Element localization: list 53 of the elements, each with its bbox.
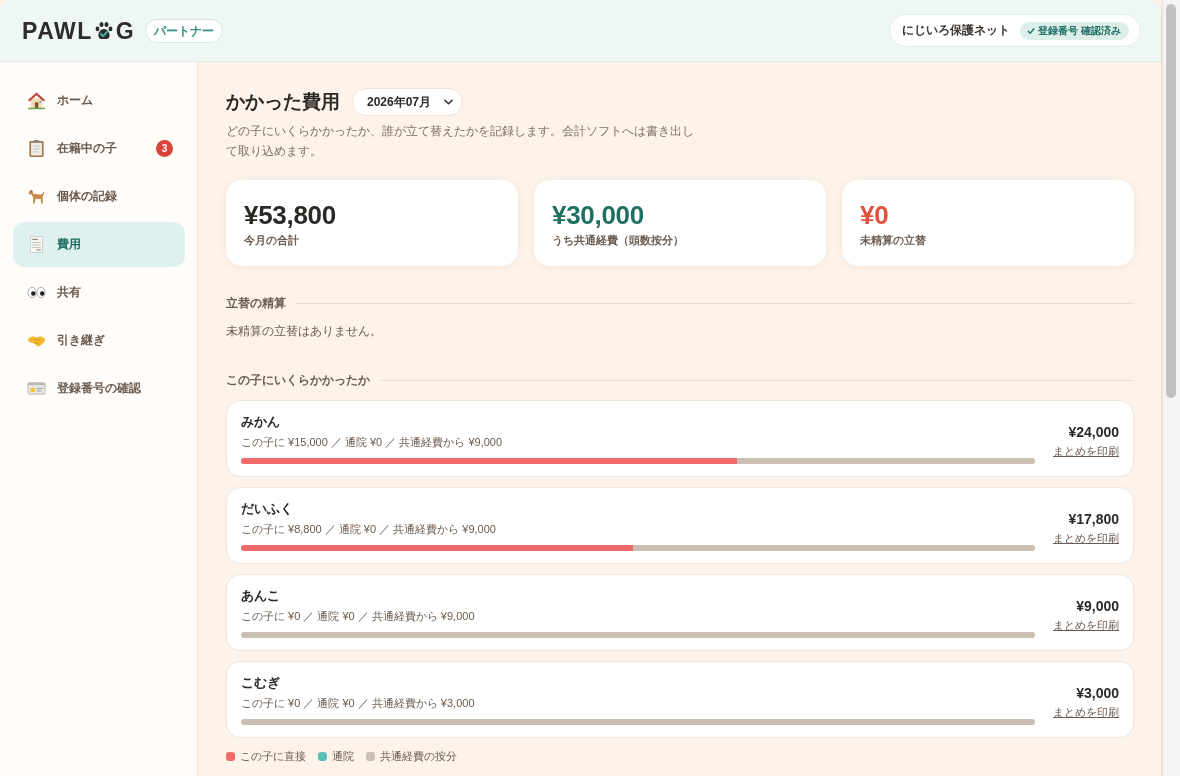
print-summary-link[interactable]: まとめを印刷 [1053, 618, 1119, 632]
section-heading: 立替の精算 [226, 296, 286, 311]
page-description: どの子にいくらかかったか、誰が立て替えたかを記録します。会計ソフトへは書き出して取り込めます。 [226, 123, 695, 160]
sidebar-item[interactable]: ホーム [13, 78, 185, 123]
sidebar-item[interactable]: 在籍中の子 3 [13, 126, 185, 171]
logo-text: PAWL [22, 17, 93, 44]
count-badge: 3 [156, 140, 173, 157]
logo-text: G [115, 17, 136, 44]
stat-label: 未精算の立替 [860, 233, 927, 247]
cost-total: ¥24,000 [1068, 423, 1119, 441]
sidebar-item[interactable]: 引き継ぎ [13, 318, 185, 363]
animal-name: こむぎ [241, 674, 281, 692]
animal-name: みかん [241, 413, 281, 431]
scrollbar-thumb[interactable] [1166, 4, 1176, 398]
partner-tag: パートナー [145, 18, 224, 43]
stat-value: ¥30,000 [552, 200, 645, 230]
sidebar-item[interactable]: 共有 [13, 270, 185, 315]
verified-label: 登録番号 確認済み [1038, 24, 1121, 37]
page-title: かかった費用 [226, 90, 340, 114]
cost-total: ¥17,800 [1068, 510, 1119, 528]
print-summary-link[interactable]: まとめを印刷 [1053, 531, 1119, 545]
cost-breakdown: この子に ¥0 ／ 通院 ¥0 ／ 共通経費から ¥3,000 [241, 696, 476, 711]
clipboard-icon [27, 139, 46, 158]
sidebar-item[interactable]: 個体の記録 [13, 174, 185, 219]
sidebar-item[interactable]: 登録番号の確認 [13, 366, 185, 411]
stat-label: うち共通経費（頭数按分） [552, 233, 685, 247]
dog-icon [27, 187, 46, 206]
animal-name: あんこ [241, 587, 281, 605]
section-heading: この子にいくらかかったか [226, 373, 370, 389]
paw-check-icon [93, 20, 114, 41]
cost-total: ¥3,000 [1076, 684, 1119, 702]
cost-breakdown: この子に ¥0 ／ 通院 ¥0 ／ 共通経費から ¥9,000 [241, 609, 476, 624]
stat-label: 今月の合計 [244, 233, 300, 247]
cost-total: ¥9,000 [1076, 597, 1119, 615]
empty-message: 未精算の立替はありません。 [226, 323, 383, 340]
organization-name: にじいろ保護ネット [902, 22, 1011, 39]
sidebar-item[interactable]: 費用 [13, 222, 185, 267]
house-icon [27, 91, 46, 110]
receipt-icon [27, 235, 46, 254]
animal-name: だいふく [241, 500, 294, 518]
cost-breakdown: この子に ¥15,000 ／ 通院 ¥0 ／ 共通経費から ¥9,000 [241, 435, 504, 450]
check-icon [1027, 26, 1036, 35]
legend-label: 共通経費の按分 [380, 749, 457, 763]
month-select[interactable]: 2026年07月 [352, 88, 464, 116]
stat-value: ¥0 [860, 200, 890, 230]
print-summary-link[interactable]: まとめを印刷 [1053, 444, 1119, 458]
chevron-down-icon [444, 99, 454, 105]
legend-label: 通院 [332, 749, 354, 763]
legend-label: この子に直接 [240, 749, 306, 763]
id-card-icon [27, 379, 46, 398]
cost-breakdown: この子に ¥8,800 ／ 通院 ¥0 ／ 共通経費から ¥9,000 [241, 522, 497, 537]
stat-value: ¥53,800 [244, 200, 337, 230]
print-summary-link[interactable]: まとめを印刷 [1053, 705, 1119, 719]
